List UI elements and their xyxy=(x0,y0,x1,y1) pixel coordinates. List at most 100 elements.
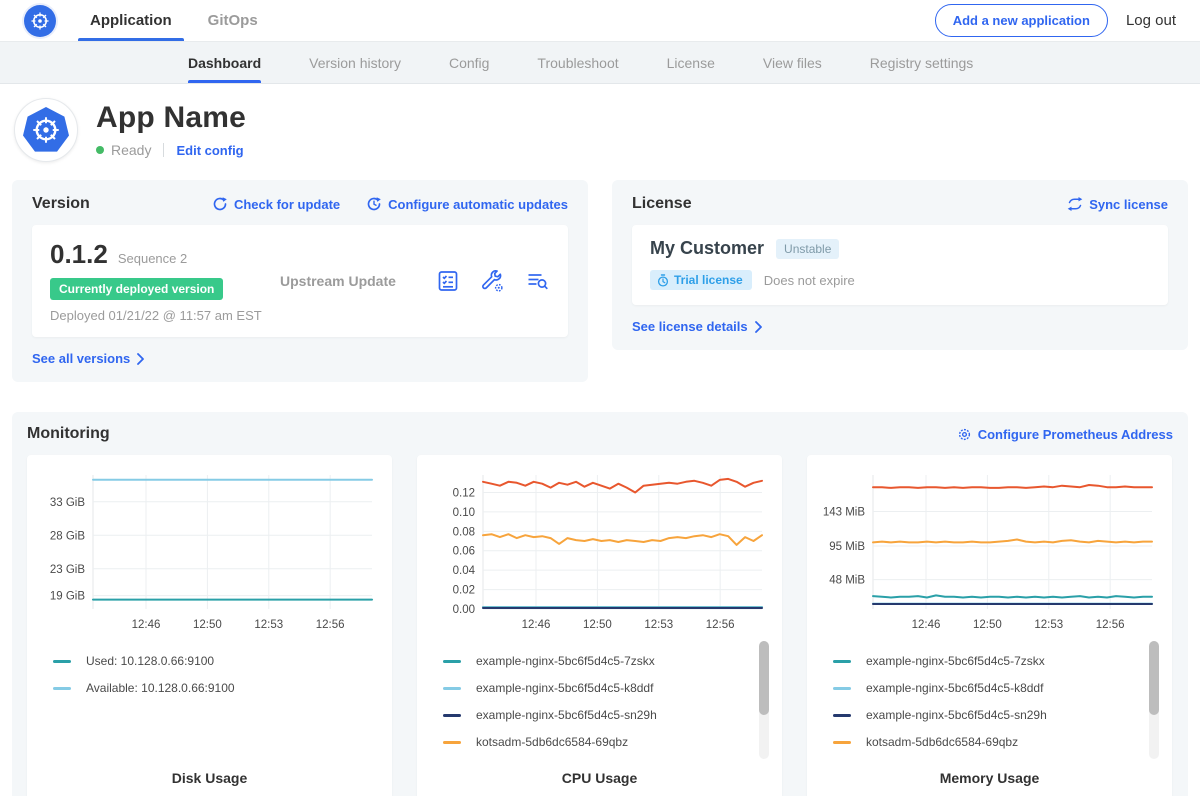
disk-usage-chart: 12:46 12:50 12:53 12:56 19 GiB 23 GiB 28 GiB 33… xyxy=(35,465,384,642)
legend-series-label: Used: 10.128.0.66:9100 xyxy=(86,654,214,668)
divider xyxy=(163,143,164,157)
svg-text:0.02: 0.02 xyxy=(453,585,475,597)
current-version-row: 0.1.2 Sequence 2 Currently deployed vers… xyxy=(32,225,568,337)
legend-series-dash xyxy=(833,660,851,663)
legend-item: example-nginx-5bc6f5d4c5-sn29h xyxy=(833,708,1164,722)
legend-scrollbar-thumb[interactable] xyxy=(759,641,769,715)
tab-dashboard[interactable]: Dashboard xyxy=(188,42,261,83)
svg-text:28 GiB: 28 GiB xyxy=(50,530,85,542)
log-out-link[interactable]: Log out xyxy=(1126,12,1176,29)
legend-series-dash xyxy=(53,660,71,663)
tab-license[interactable]: License xyxy=(667,42,715,83)
see-license-details-link[interactable]: See license details xyxy=(632,319,763,334)
edit-config-link[interactable]: Edit config xyxy=(176,143,243,158)
legend-item: example-nginx-5bc6f5d4c5-7zskx xyxy=(833,654,1164,668)
configure-automatic-updates-link[interactable]: Configure automatic updates xyxy=(366,196,568,212)
legend-item: example-nginx-5bc6f5d4c5-sn29h xyxy=(443,708,774,722)
chevron-right-icon xyxy=(136,353,145,365)
tab-registry-settings[interactable]: Registry settings xyxy=(870,42,973,83)
legend-series-label: kotsadm-5db6dc6584-69qbz xyxy=(476,735,628,749)
license-card: License Sync license My Customer Unstabl… xyxy=(612,180,1188,350)
channel-badge: Unstable xyxy=(776,239,839,259)
svg-text:0.08: 0.08 xyxy=(453,526,475,538)
svg-text:33 GiB: 33 GiB xyxy=(50,497,85,509)
legend-series-label: example-nginx-5bc6f5d4c5-7zskx xyxy=(476,654,655,668)
legend-series-dash xyxy=(833,714,851,717)
refresh-icon xyxy=(212,196,228,212)
tab-config[interactable]: Config xyxy=(449,42,489,83)
memory-usage-chart-card: 12:4612:5012:5312:5648 MiB95 MiB143 MiB … xyxy=(807,455,1172,796)
legend-series-label: example-nginx-5bc6f5d4c5-sn29h xyxy=(476,708,657,722)
legend-item: Used: 10.128.0.66:9100 xyxy=(53,654,384,668)
svg-text:12:50: 12:50 xyxy=(583,619,612,631)
see-all-versions-link[interactable]: See all versions xyxy=(32,351,145,366)
edit-config-icon[interactable] xyxy=(480,269,505,294)
svg-text:19 GiB: 19 GiB xyxy=(50,591,85,603)
legend-series-label: Available: 10.128.0.66:9100 xyxy=(86,681,235,695)
legend-scrollbar-thumb[interactable] xyxy=(1149,641,1159,715)
svg-text:12:46: 12:46 xyxy=(912,619,941,631)
tab-view-files[interactable]: View files xyxy=(763,42,822,83)
configure-prometheus-link[interactable]: Configure Prometheus Address xyxy=(957,427,1173,442)
stopwatch-icon xyxy=(657,274,669,287)
legend-series-dash xyxy=(443,741,461,744)
kubernetes-app-icon xyxy=(23,107,69,153)
svg-text:12:46: 12:46 xyxy=(522,619,551,631)
tab-version-history[interactable]: Version history xyxy=(309,42,401,83)
legend-series-dash xyxy=(443,714,461,717)
legend-series-label: kotsadm-5db6dc6584-69qbz xyxy=(866,735,1018,749)
tab-troubleshoot[interactable]: Troubleshoot xyxy=(537,42,618,83)
license-expiry-text: Does not expire xyxy=(764,273,855,288)
version-sequence: Sequence 2 xyxy=(118,251,187,266)
kubernetes-logo-icon xyxy=(24,5,56,37)
legend-series-dash xyxy=(443,687,461,690)
license-card-title: License xyxy=(632,195,692,213)
legend-item: example-nginx-5bc6f5d4c5-k8ddf xyxy=(443,681,774,695)
svg-text:95 MiB: 95 MiB xyxy=(829,541,865,553)
legend-scrollbar[interactable] xyxy=(759,641,769,759)
currently-deployed-badge: Currently deployed version xyxy=(50,278,223,300)
sync-license-link[interactable]: Sync license xyxy=(1067,197,1168,212)
svg-text:0.12: 0.12 xyxy=(453,487,475,499)
svg-text:12:56: 12:56 xyxy=(1096,619,1125,631)
check-for-update-link[interactable]: Check for update xyxy=(212,196,340,212)
svg-text:12:50: 12:50 xyxy=(193,619,222,631)
memory-usage-chart: 12:4612:5012:5312:5648 MiB95 MiB143 MiB xyxy=(815,465,1164,642)
svg-text:0.00: 0.00 xyxy=(453,604,475,616)
legend-series-label: example-nginx-5bc6f5d4c5-k8ddf xyxy=(476,681,653,695)
svg-text:23 GiB: 23 GiB xyxy=(50,564,85,576)
app-header: App Name Ready Edit config xyxy=(0,84,1200,172)
svg-text:48 MiB: 48 MiB xyxy=(829,575,865,587)
monitoring-section: Monitoring Configure Prometheus Address … xyxy=(12,412,1188,796)
add-new-application-button[interactable]: Add a new application xyxy=(935,4,1108,37)
svg-text:0.10: 0.10 xyxy=(453,507,475,519)
legend-series-label: example-nginx-5bc6f5d4c5-k8ddf xyxy=(866,681,1043,695)
legend-item: example-nginx-5bc6f5d4c5-7zskx xyxy=(443,654,774,668)
svg-text:12:46: 12:46 xyxy=(132,619,161,631)
cpu-usage-chart-title: CPU Usage xyxy=(425,770,774,788)
trial-license-badge: Trial license xyxy=(650,270,752,290)
version-number: 0.1.2 xyxy=(50,239,108,270)
legend-series-dash xyxy=(833,687,851,690)
customer-name: My Customer xyxy=(650,238,764,259)
top-nav: Application GitOps Add a new application… xyxy=(0,0,1200,42)
svg-text:143 MiB: 143 MiB xyxy=(823,507,866,519)
legend-series-dash xyxy=(443,660,461,663)
deployed-timestamp: Deployed 01/21/22 @ 11:57 am EST xyxy=(50,308,280,323)
svg-text:12:53: 12:53 xyxy=(254,619,283,631)
top-tab-application[interactable]: Application xyxy=(90,0,172,41)
top-nav-tabs: Application GitOps xyxy=(90,0,258,41)
top-tab-gitops[interactable]: GitOps xyxy=(208,0,258,41)
cpu-usage-chart-card: 12:4612:5012:5312:560.000.020.040.060.08… xyxy=(417,455,782,796)
legend-item: Available: 10.128.0.66:9100 xyxy=(53,681,384,695)
view-deploy-logs-icon[interactable] xyxy=(525,269,550,293)
app-avatar xyxy=(14,98,78,162)
legend-series-dash xyxy=(833,741,851,744)
license-summary-row: My Customer Unstable Trial license Does … xyxy=(632,225,1168,305)
memory-usage-chart-title: Memory Usage xyxy=(815,770,1164,788)
svg-text:12:56: 12:56 xyxy=(706,619,735,631)
preflight-checks-icon[interactable] xyxy=(436,269,460,293)
disk-usage-chart-card: 12:46 12:50 12:53 12:56 19 GiB 23 GiB 28 GiB 33… xyxy=(27,455,392,796)
legend-scrollbar[interactable] xyxy=(1149,641,1159,759)
svg-text:12:56: 12:56 xyxy=(316,619,345,631)
